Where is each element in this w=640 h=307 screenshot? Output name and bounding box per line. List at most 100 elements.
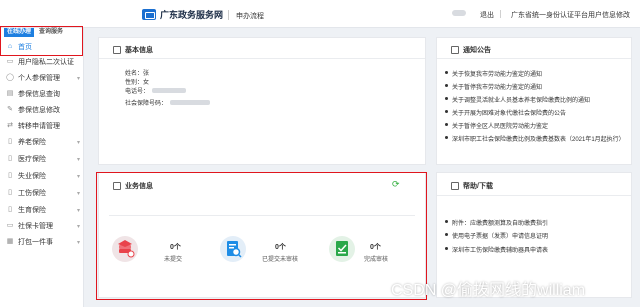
- sidebar-item-label: 参保信息修改: [18, 107, 60, 114]
- sidebar-item-label: 转移申请管理: [18, 123, 60, 130]
- doc-icon: ▯: [8, 138, 12, 145]
- user-name-redacted: [452, 10, 466, 16]
- sidebar-item-label: 个人参保管理: [18, 75, 60, 82]
- doc-icon: ▯: [8, 206, 12, 213]
- divider: [437, 195, 631, 196]
- help-title: 帮助/下载: [463, 183, 493, 190]
- sidebar-item-label: 医疗保险: [18, 156, 46, 163]
- stack-icon[interactable]: [112, 236, 138, 262]
- header-divider: [228, 10, 229, 20]
- sidebar-item-label: 工伤保险: [18, 190, 46, 197]
- phone-field: 电话号：: [125, 86, 187, 95]
- user-icon: ◯: [6, 74, 14, 81]
- field-label: 电话号：: [125, 89, 150, 95]
- sidebar-item-personal-insurance[interactable]: ◯ 个人参保管理 ▾: [6, 72, 80, 84]
- sidebar: 在线办理 查询服务: [0, 28, 84, 307]
- top-header: 广东政务服务网 申办流程 退出 广东省统一身份认证平台用户信息修改: [0, 0, 640, 28]
- card-icon: ▭: [6, 222, 14, 229]
- field-label: 社会保障号码：: [125, 101, 168, 107]
- approved-count: 0个: [370, 244, 381, 251]
- notices-title: 通知公告: [463, 47, 491, 54]
- field-label: 姓名：: [125, 71, 144, 77]
- chevron-down-icon: ▾: [76, 139, 80, 146]
- notice-item[interactable]: 关于暂停全区人民医院劳动能力鉴定: [444, 121, 548, 130]
- sidebar-item-medical[interactable]: ▯ 医疗保险 ▾: [6, 153, 80, 165]
- sidebar-item-label: 失业保险: [18, 173, 46, 180]
- home-icon: ⌂: [7, 43, 13, 50]
- notice-item[interactable]: 关于开展为困难对象代缴社会保险费的公告: [444, 108, 566, 117]
- doc-icon: ▯: [8, 189, 12, 196]
- social-security-field: 社会保障号码：: [125, 98, 211, 107]
- identity-edit-link[interactable]: 广东省统一身份认证平台用户信息修改: [511, 10, 630, 20]
- sidebar-item-maternity[interactable]: ▯ 生育保险 ▾: [6, 204, 80, 216]
- sidebar-item-label: 用户隐私二次认证: [18, 59, 74, 66]
- sidebar-item-privacy-auth[interactable]: ▭ 用户隐私二次认证: [6, 56, 80, 68]
- notice-item[interactable]: 深圳市职工社会保险缴费比例及缴费基数表（2021年1月起执行）: [445, 134, 625, 143]
- sidebar-item-social-card[interactable]: ▭ 社保卡管理 ▾: [6, 220, 80, 232]
- logo-icon: [142, 9, 156, 20]
- chevron-down-icon: ▾: [76, 173, 80, 180]
- sidebar-item-unemployment[interactable]: ▯ 失业保险 ▾: [6, 170, 80, 182]
- sidebar-item-package[interactable]: ▦ 打包一件事 ▾: [6, 236, 80, 248]
- redacted-value: [170, 100, 211, 105]
- sidebar-item-label: 参保信息查询: [18, 91, 60, 98]
- header-divider: [500, 10, 501, 18]
- transfer-icon: ⇄: [7, 122, 13, 129]
- notice-icon: [451, 46, 459, 54]
- edit-icon: ✎: [7, 106, 13, 113]
- chevron-down-icon: ▾: [76, 239, 80, 246]
- gender-field: 性别： 女: [125, 77, 149, 86]
- divider: [99, 58, 425, 59]
- sidebar-item-injury[interactable]: ▯ 工伤保险 ▾: [6, 187, 80, 199]
- panel-title: 通知公告: [451, 45, 491, 55]
- field-label: 性别：: [125, 80, 144, 86]
- panel-title: 帮助/下载: [451, 181, 493, 191]
- checklist-icon[interactable]: [329, 236, 355, 262]
- search-doc-icon: ▤: [6, 90, 14, 97]
- sidebar-item-label: 生育保险: [18, 207, 46, 214]
- sidebar-item-label: 社保卡管理: [18, 223, 53, 230]
- sidebar-item-home[interactable]: ⌂ 首页: [6, 41, 80, 53]
- download-icon: [451, 182, 459, 190]
- pending-count: 0个: [170, 244, 181, 251]
- sidebar-item-insurance-edit[interactable]: ✎ 参保信息修改: [6, 104, 80, 116]
- package-icon: ▦: [6, 238, 14, 245]
- approved-label: 完成审核: [364, 257, 389, 263]
- sidebar-item-transfer[interactable]: ⇄ 转移申请管理: [6, 120, 80, 132]
- notice-item[interactable]: 关于恢复我市劳动能力鉴定的通知: [444, 69, 542, 78]
- name-field: 姓名： 张: [125, 68, 149, 77]
- site-logo[interactable]: 广东政务服务网: [142, 8, 223, 21]
- help-item[interactable]: 附件：应缴费额测算及自助缴费指引: [444, 218, 548, 227]
- watermark: CSDN @偷拨网线的william: [391, 282, 586, 299]
- field-value: 张: [143, 71, 150, 77]
- submitted-label: 已提交未审核: [262, 257, 299, 263]
- doc-icon: ▯: [8, 155, 12, 162]
- notice-item[interactable]: 关于暂停我市劳动能力鉴定的通知: [444, 82, 542, 91]
- field-value: 女: [143, 80, 150, 86]
- chevron-down-icon: ▾: [76, 156, 80, 163]
- panel-title: 基本信息: [113, 45, 153, 55]
- logout-link[interactable]: 退出: [480, 10, 494, 20]
- submitted-count: 0个: [275, 244, 286, 251]
- help-item[interactable]: 使用电子票据（发票）申请信息证明: [444, 231, 548, 240]
- divider: [437, 58, 631, 59]
- sidebar-item-pension[interactable]: ▯ 养老保险 ▾: [6, 136, 80, 148]
- chevron-down-icon: ▾: [76, 75, 80, 82]
- highlight-box: [96, 172, 427, 300]
- doc-icon: ▯: [8, 172, 12, 179]
- chevron-down-icon: ▾: [76, 190, 80, 197]
- sidebar-item-label: 首页: [18, 44, 32, 51]
- doc-search-icon[interactable]: [220, 236, 246, 262]
- chevron-down-icon: ▾: [76, 223, 80, 230]
- sidebar-item-insurance-query[interactable]: ▤ 参保信息查询: [6, 88, 80, 100]
- section-title: 申办流程: [236, 13, 264, 20]
- help-item[interactable]: 深圳市工伤保险缴费辅助器具申请表: [444, 245, 548, 254]
- sidebar-item-label: 养老保险: [18, 139, 46, 146]
- doc-icon: [113, 46, 121, 54]
- chevron-down-icon: ▾: [76, 207, 80, 214]
- basic-info-title: 基本信息: [125, 47, 153, 54]
- redacted-value: [152, 88, 187, 93]
- notice-item[interactable]: 关于调整灵活就业人员基本养老保险缴费比例的通知: [444, 95, 590, 104]
- lock-icon: ▭: [6, 58, 14, 65]
- site-name: 广东政务服务网: [160, 10, 224, 20]
